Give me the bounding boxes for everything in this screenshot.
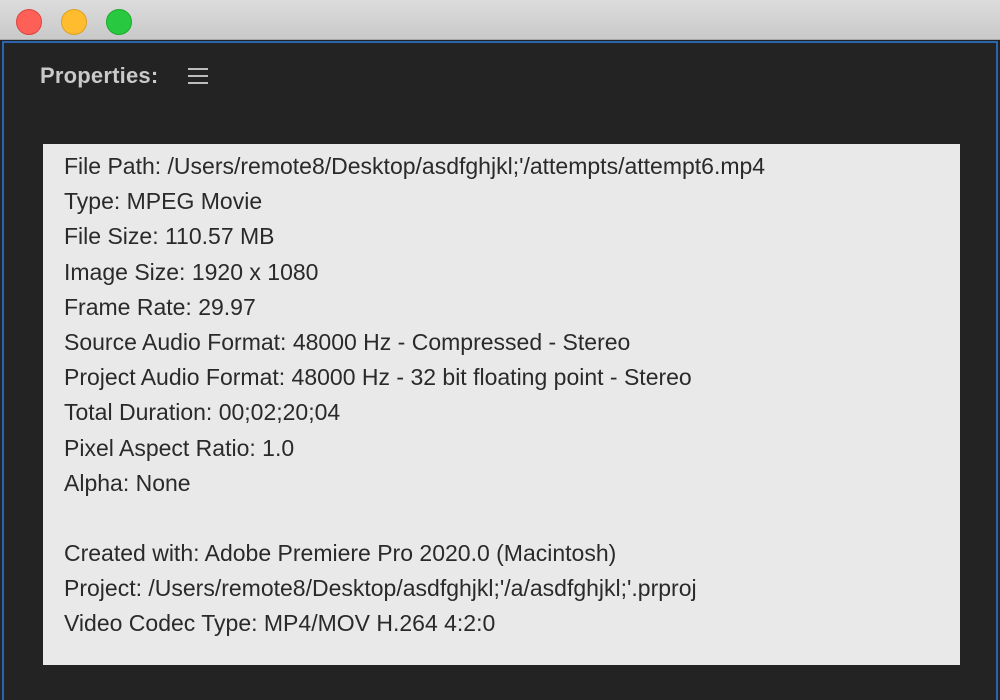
- zoom-window-button[interactable]: [106, 9, 132, 35]
- property-frame-rate: Frame Rate: 29.97: [64, 293, 256, 320]
- close-window-button[interactable]: [16, 9, 42, 35]
- property-created-with: Created with: Adobe Premiere Pro 2020.0 …: [64, 540, 617, 567]
- property-pixel-aspect-ratio: Pixel Aspect Ratio: 1.0: [64, 434, 295, 461]
- property-project: Project: /Users/remote8/Desktop/asdfghjk…: [64, 575, 697, 602]
- property-project-audio-format: Project Audio Format: 48000 Hz - 32 bit …: [64, 364, 692, 391]
- property-file-size: File Size: 110.57 MB: [64, 223, 275, 250]
- properties-panel: Properties: File Path: /Users/remote8/De…: [2, 41, 998, 700]
- panel-header: Properties:: [40, 63, 209, 89]
- property-total-duration: Total Duration: 00;02;20;04: [64, 399, 341, 426]
- property-alpha: Alpha: None: [64, 469, 191, 496]
- app-window: Properties: File Path: /Users/remote8/De…: [0, 0, 1000, 700]
- property-source-audio-format: Source Audio Format: 48000 Hz - Compress…: [64, 328, 631, 355]
- property-file-path: File Path: /Users/remote8/Desktop/asdfgh…: [64, 153, 766, 179]
- minimize-window-button[interactable]: [61, 9, 87, 35]
- property-image-size: Image Size: 1920 x 1080: [64, 258, 319, 285]
- properties-text-box: File Path: /Users/remote8/Desktop/asdfgh…: [43, 144, 960, 665]
- hamburger-menu-icon[interactable]: [188, 68, 209, 84]
- panel-title: Properties:: [40, 63, 159, 88]
- window-titlebar[interactable]: [0, 0, 1000, 40]
- property-spacer: [64, 501, 960, 536]
- property-video-codec-type: Video Codec Type: MP4/MOV H.264 4:2:0: [64, 610, 496, 637]
- property-type: Type: MPEG Movie: [64, 188, 263, 215]
